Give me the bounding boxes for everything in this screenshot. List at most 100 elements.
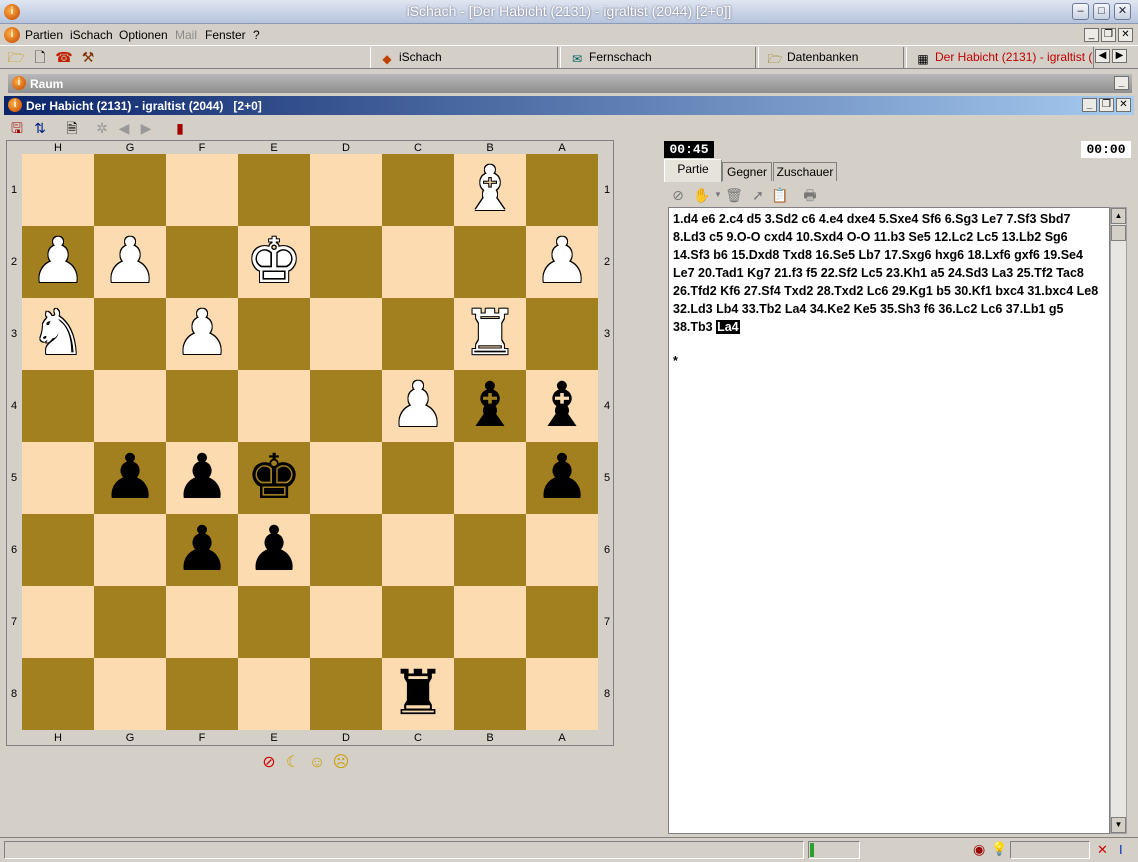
white-pawn-h2[interactable]: ♟ — [22, 226, 94, 298]
square-d7[interactable] — [310, 586, 382, 658]
tab-scroll-left-button[interactable]: ◀ — [1095, 49, 1110, 63]
disconnect-icon[interactable]: ✕ — [1097, 842, 1108, 858]
square-g1[interactable] — [94, 154, 166, 226]
square-a7[interactable] — [526, 586, 598, 658]
square-b2[interactable] — [454, 226, 526, 298]
clipboard-icon[interactable]: 📋 — [770, 185, 790, 205]
sad-icon[interactable]: ☹ — [332, 754, 350, 772]
menu-mail[interactable]: Mail — [175, 28, 197, 42]
black-rook-c8[interactable]: ♜ — [382, 658, 454, 730]
black-bishop-b4[interactable]: ♝ — [454, 370, 526, 442]
square-g4[interactable] — [94, 370, 166, 442]
mdi-close-button[interactable]: ✕ — [1118, 28, 1133, 42]
game-window-titlebar[interactable]: i Der Habicht (2131) - igraltist (2044) … — [4, 96, 1134, 115]
scroll-thumb[interactable] — [1111, 225, 1126, 241]
square-g6[interactable] — [94, 514, 166, 586]
chess-board[interactable]: ♝ ♟ ♟ ♚ ♟ ♞ ♟ ♜ ♟ ♝ ♝ ♟ ♟ ♚ ♟ ♟ ♟ ♜ — [22, 154, 598, 730]
square-d5[interactable] — [310, 442, 382, 514]
game-restore-button[interactable]: ❐ — [1099, 98, 1114, 112]
document-icon[interactable]: 🗎 — [62, 118, 82, 138]
square-e3[interactable] — [238, 298, 310, 370]
square-h6[interactable] — [22, 514, 94, 586]
square-e4[interactable] — [238, 370, 310, 442]
black-pawn-a5[interactable]: ♟ — [526, 442, 598, 514]
square-d3[interactable] — [310, 298, 382, 370]
white-pawn-f3[interactable]: ♟ — [166, 298, 238, 370]
square-c7[interactable] — [382, 586, 454, 658]
menu-fenster[interactable]: Fenster — [205, 28, 246, 42]
square-a1[interactable] — [526, 154, 598, 226]
menu-optionen[interactable]: Optionen — [119, 28, 168, 42]
white-bishop-b1[interactable]: ♝ — [454, 154, 526, 226]
notation-scrollbar[interactable]: ▲ ▼ — [1110, 207, 1127, 834]
white-pawn-a2[interactable]: ♟ — [526, 226, 598, 298]
menu-partien[interactable]: Partien — [25, 28, 63, 42]
square-c2[interactable] — [382, 226, 454, 298]
square-c3[interactable] — [382, 298, 454, 370]
square-d8[interactable] — [310, 658, 382, 730]
square-h8[interactable] — [22, 658, 94, 730]
back-arrow-icon[interactable]: ◀ — [114, 118, 134, 138]
square-b7[interactable] — [454, 586, 526, 658]
square-c5[interactable] — [382, 442, 454, 514]
minimize-button[interactable]: – — [1072, 3, 1089, 20]
square-h5[interactable] — [22, 442, 94, 514]
square-g7[interactable] — [94, 586, 166, 658]
square-d4[interactable] — [310, 370, 382, 442]
square-h7[interactable] — [22, 586, 94, 658]
white-pawn-c4[interactable]: ♟ — [382, 370, 454, 442]
moon-icon[interactable]: ☾ — [284, 754, 302, 772]
trash-icon[interactable]: 🗑 — [724, 185, 744, 205]
mdi-restore-button[interactable]: ❐ — [1101, 28, 1116, 42]
maximize-button[interactable]: □ — [1093, 3, 1110, 20]
no-entry-icon[interactable]: ⊘ — [260, 754, 278, 772]
smile-icon[interactable]: ☺ — [308, 754, 326, 772]
square-b8[interactable] — [454, 658, 526, 730]
square-a6[interactable] — [526, 514, 598, 586]
black-pawn-g5[interactable]: ♟ — [94, 442, 166, 514]
white-knight-h3[interactable]: ♞ — [22, 298, 94, 370]
forward-arrow-icon[interactable]: ▶ — [136, 118, 156, 138]
app-menu-icon[interactable]: i — [4, 27, 20, 43]
book-icon[interactable]: ▮ — [170, 118, 190, 138]
square-d6[interactable] — [310, 514, 382, 586]
square-g3[interactable] — [94, 298, 166, 370]
square-c1[interactable] — [382, 154, 454, 226]
white-pawn-g2[interactable]: ♟ — [94, 226, 166, 298]
square-f7[interactable] — [166, 586, 238, 658]
save-game-icon[interactable]: 🖫 — [7, 118, 27, 138]
cancel-icon[interactable]: ⊘ — [668, 185, 688, 205]
toolbar-tab-game[interactable]: ▦ Der Habicht (2131) - igraltist (2044) — [906, 47, 1094, 68]
raum-window-titlebar[interactable]: i Raum _ — [8, 74, 1132, 93]
square-e8[interactable] — [238, 658, 310, 730]
square-h1[interactable] — [22, 154, 94, 226]
move-notation[interactable]: 1.d4 e6 2.c4 d5 3.Sd2 c6 4.e4 dxe4 5.Sxe… — [668, 207, 1110, 834]
tools-icon[interactable]: ⚒ — [78, 47, 98, 67]
square-c6[interactable] — [382, 514, 454, 586]
square-f4[interactable] — [166, 370, 238, 442]
tab-partie[interactable]: Partie — [664, 159, 722, 182]
black-pawn-f6[interactable]: ♟ — [166, 514, 238, 586]
tab-gegner[interactable]: Gegner — [722, 162, 772, 181]
square-b6[interactable] — [454, 514, 526, 586]
menu-ischach[interactable]: iSchach — [70, 28, 113, 42]
scroll-up-button[interactable]: ▲ — [1111, 208, 1126, 224]
black-bishop-a4[interactable]: ♝ — [526, 370, 598, 442]
white-rook-b3[interactable]: ♜ — [454, 298, 526, 370]
square-d2[interactable] — [310, 226, 382, 298]
square-a8[interactable] — [526, 658, 598, 730]
scroll-down-button[interactable]: ▼ — [1111, 817, 1126, 833]
square-f2[interactable] — [166, 226, 238, 298]
flip-board-icon[interactable]: ⇅ — [30, 118, 50, 138]
print-icon[interactable]: 🖶 — [800, 185, 820, 205]
square-e1[interactable] — [238, 154, 310, 226]
current-move[interactable]: La4 — [716, 320, 740, 334]
game-minimize-button[interactable]: _ — [1082, 98, 1097, 112]
black-pawn-f5[interactable]: ♟ — [166, 442, 238, 514]
tab-scroll-right-button[interactable]: ▶ — [1112, 49, 1127, 63]
open-folder-icon[interactable]: 🗁 — [6, 47, 26, 67]
phone-icon[interactable]: ☎ — [54, 47, 74, 67]
new-document-icon[interactable]: 🗋 — [30, 47, 50, 67]
square-b5[interactable] — [454, 442, 526, 514]
square-a3[interactable] — [526, 298, 598, 370]
